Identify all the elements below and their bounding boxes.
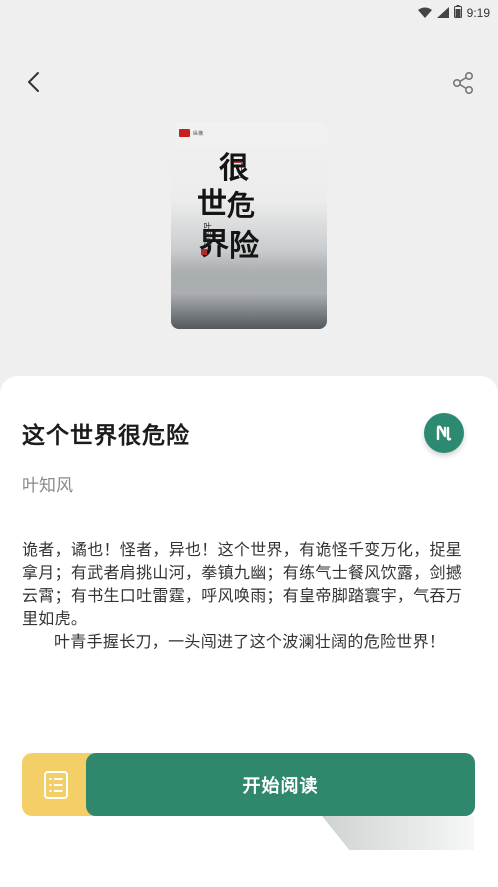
cover-title-char: 危 xyxy=(227,189,256,222)
cover-publisher-text: 纵横 xyxy=(193,130,204,137)
publisher-logo xyxy=(179,129,190,137)
status-bar: 9:19 xyxy=(0,0,498,22)
list-icon xyxy=(44,770,68,799)
wifi-icon xyxy=(417,3,432,22)
cover-publisher: 纵横 xyxy=(179,129,203,137)
share-button[interactable] xyxy=(448,68,478,98)
cover-seal xyxy=(201,249,207,255)
cover-landscape xyxy=(171,269,327,329)
status-time: 9:19 xyxy=(466,5,490,20)
book-synopsis: 诡者，谲也！怪者，异也！这个世界，有诡怪千变万化，捉星拿月；有武者肩挑山河，拳镇… xyxy=(22,538,478,653)
action-bar: 开始阅读 xyxy=(22,753,475,816)
status-icons: 9:19 xyxy=(417,3,490,22)
synopsis-paragraph: 叶青手握长刀，一头闯进了这个波澜壮阔的危险世界！ xyxy=(54,632,446,651)
book-title: 这个世界很危险 xyxy=(22,422,190,449)
back-button[interactable] xyxy=(18,66,48,98)
cover-title-char: 很 xyxy=(219,151,249,186)
book-detail-card: 这个世界很危险 叶知风 诡者，谲也！怪者，异也！这个世界，有诡怪千变万化，捉星拿… xyxy=(0,376,498,887)
brand-badge[interactable] xyxy=(424,413,464,453)
chevron-left-icon xyxy=(28,72,39,92)
start-reading-button[interactable]: 开始阅读 xyxy=(86,753,475,816)
cover-author: 叶知风 xyxy=(203,222,212,246)
book-detail-screen: 9:19 纵横 很 世 危 界 险 叶知风 这个世界很危险 叶知风 诡者，谲也！… xyxy=(0,0,498,887)
battery-icon xyxy=(453,3,462,22)
synopsis-paragraph: 诡者，谲也！怪者，异也！这个世界，有诡怪千变万化，捉星拿月；有武者肩挑山河，拳镇… xyxy=(22,540,463,628)
book-cover[interactable]: 纵横 很 世 危 界 险 叶知风 xyxy=(171,122,327,329)
cover-title-char: 世 xyxy=(197,187,227,222)
cover-title-char: 险 xyxy=(229,229,259,264)
book-author[interactable]: 叶知风 xyxy=(22,471,73,496)
share-icon xyxy=(452,71,474,95)
brand-badge-icon xyxy=(436,425,452,441)
signal-icon xyxy=(436,3,449,22)
